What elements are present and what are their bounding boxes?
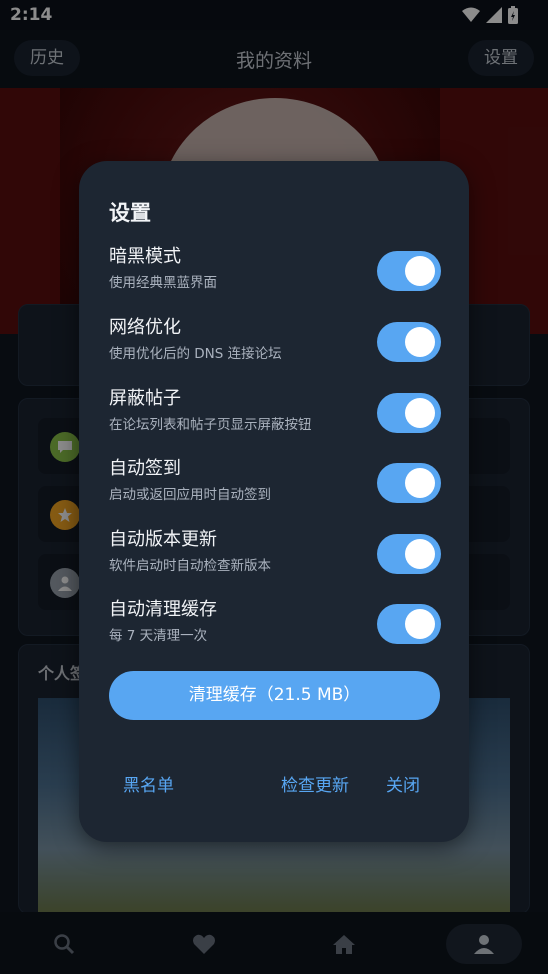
toggle-knob xyxy=(405,327,435,357)
settings-dialog: 设置 暗黑模式 使用经典黑蓝界面 网络优化 使用优化后的 DNS 连接论坛 屏蔽… xyxy=(79,161,469,842)
toggle-knob xyxy=(405,398,435,428)
auto-clear-cache-toggle[interactable] xyxy=(377,604,441,644)
setting-auto-update: 自动版本更新 软件启动时自动检查新版本 xyxy=(109,528,441,588)
toggle-knob xyxy=(405,539,435,569)
blacklist-button[interactable]: 黑名单 xyxy=(123,771,174,796)
auto-checkin-toggle[interactable] xyxy=(377,463,441,503)
check-update-button[interactable]: 检查更新 xyxy=(281,771,349,796)
setting-auto-checkin: 自动签到 启动或返回应用时自动签到 xyxy=(109,457,441,517)
clear-cache-button[interactable]: 清理缓存（21.5 MB） xyxy=(109,671,440,720)
setting-dark-mode: 暗黑模式 使用经典黑蓝界面 xyxy=(109,245,441,305)
toggle-knob xyxy=(405,609,435,639)
auto-update-toggle[interactable] xyxy=(377,534,441,574)
network-optimization-toggle[interactable] xyxy=(377,322,441,362)
dark-mode-toggle[interactable] xyxy=(377,251,441,291)
setting-network-optimization: 网络优化 使用优化后的 DNS 连接论坛 xyxy=(109,316,441,376)
close-button[interactable]: 关闭 xyxy=(386,771,420,796)
dialog-title: 设置 xyxy=(109,201,151,225)
toggle-knob xyxy=(405,256,435,286)
setting-block-posts: 屏蔽帖子 在论坛列表和帖子页显示屏蔽按钮 xyxy=(109,387,441,447)
toggle-knob xyxy=(405,468,435,498)
setting-auto-clear-cache: 自动清理缓存 每 7 天清理一次 xyxy=(109,598,441,658)
block-posts-toggle[interactable] xyxy=(377,393,441,433)
